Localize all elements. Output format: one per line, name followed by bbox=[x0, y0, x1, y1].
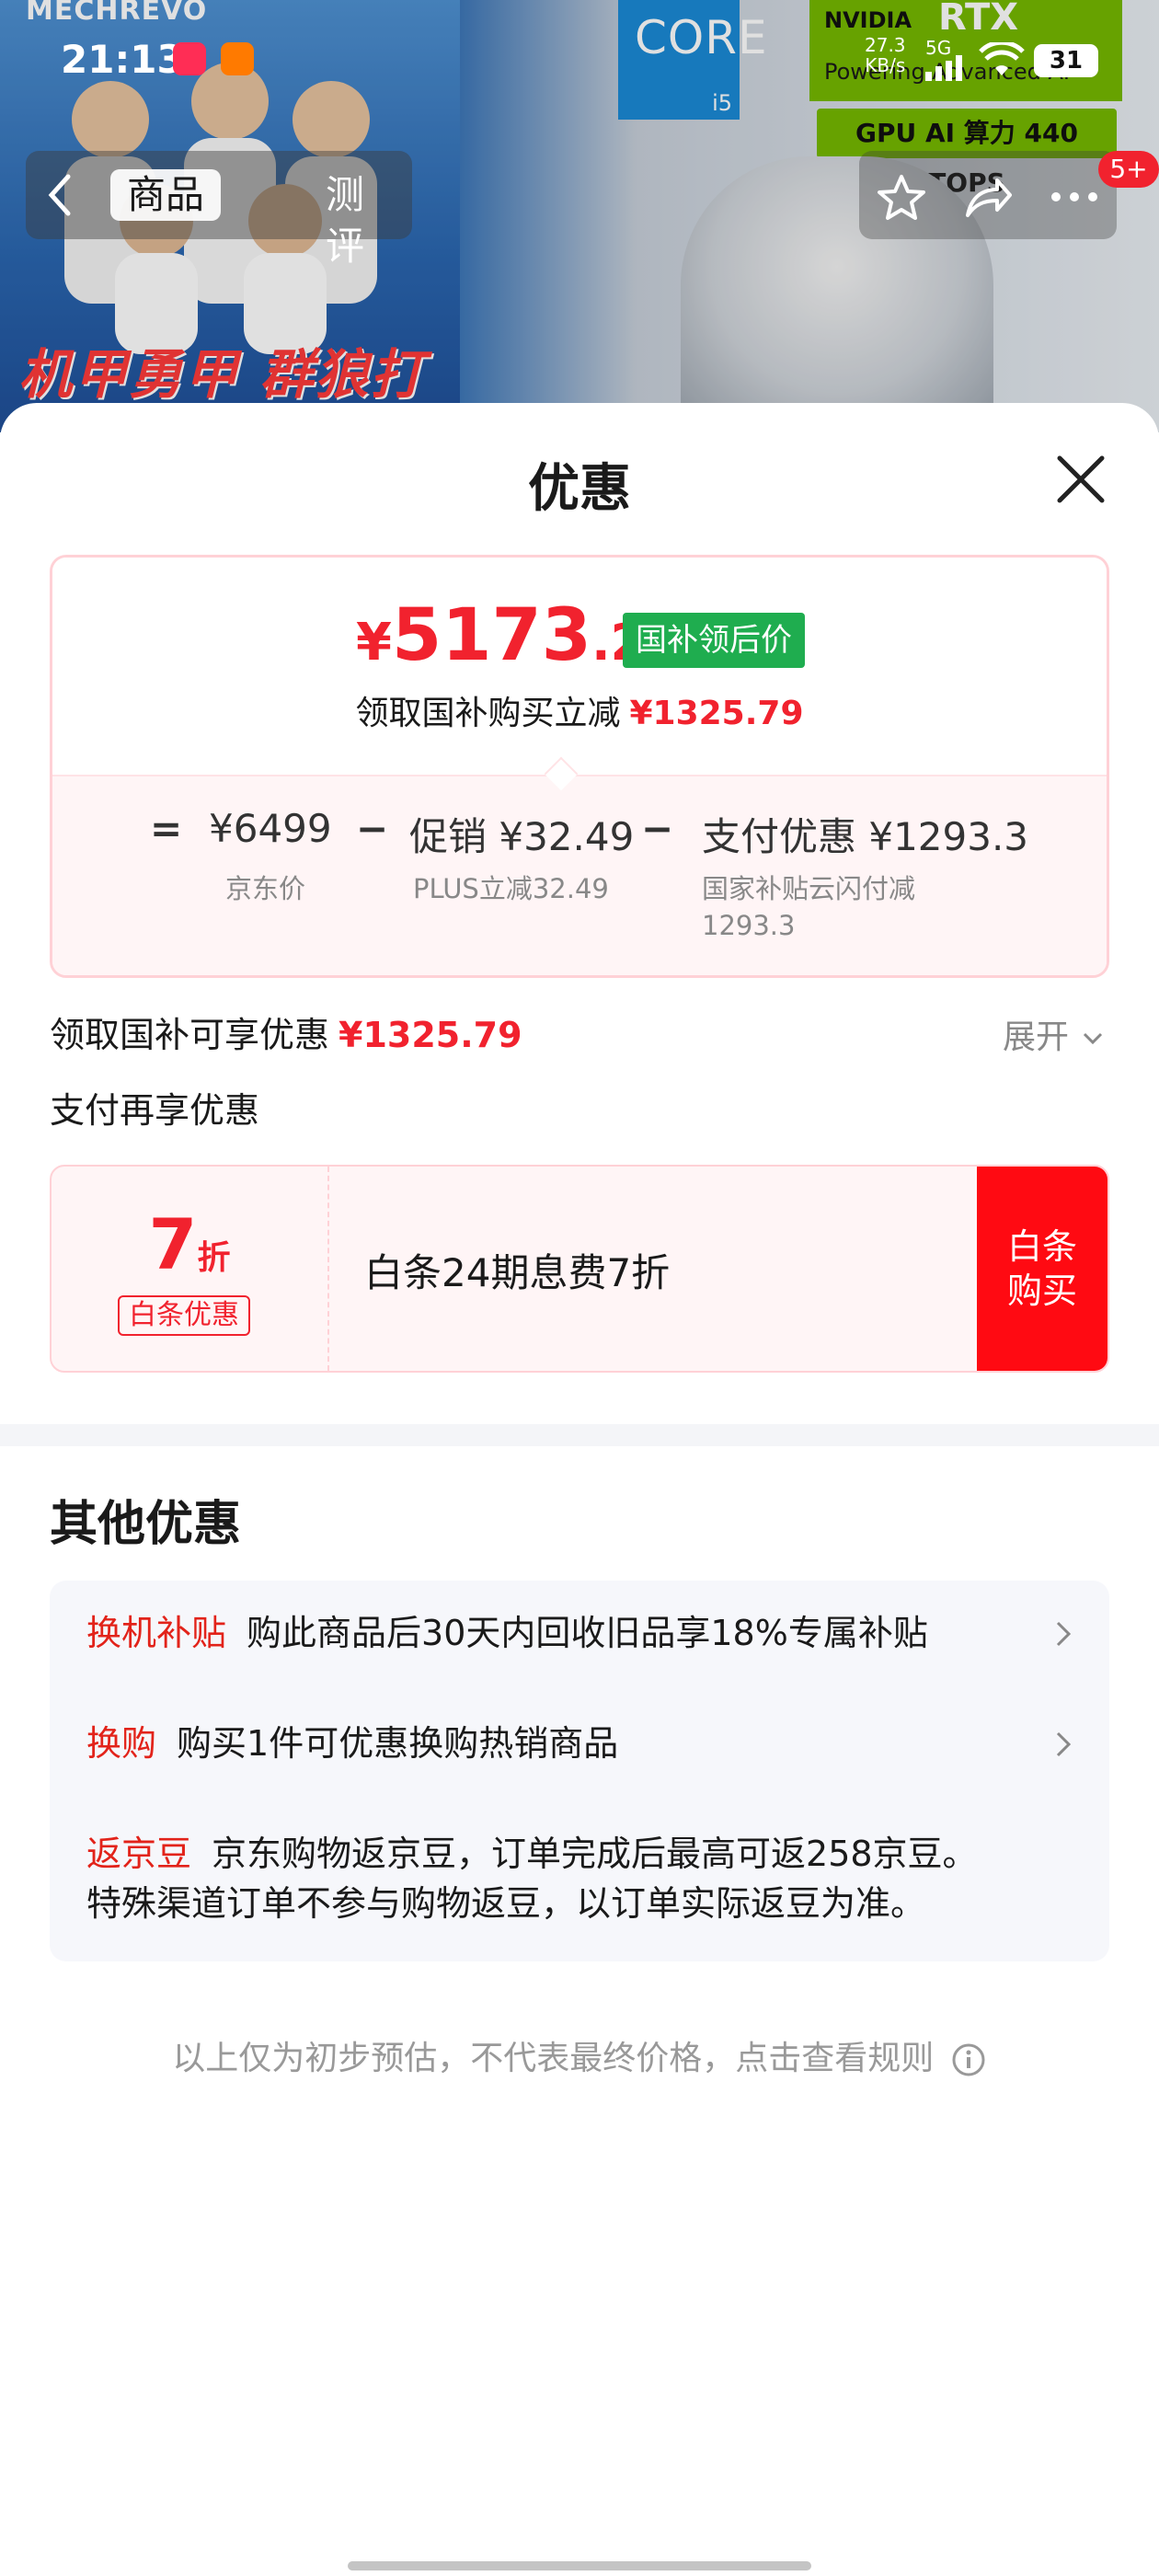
offer-exchange-purchase[interactable]: 换购 购买1件可优惠换购热销商品 bbox=[86, 1719, 618, 1768]
breakdown-op: = bbox=[150, 806, 183, 851]
rules-footnote[interactable]: 以上仅为初步预估，不代表最终价格，点击查看规则 bbox=[0, 2031, 1159, 2079]
breakdown-op: − bbox=[356, 806, 389, 851]
star-icon[interactable] bbox=[876, 173, 927, 221]
tab-product[interactable]: 商品 bbox=[110, 169, 222, 221]
app-notification-icon bbox=[221, 42, 254, 75]
chevron-right-icon[interactable] bbox=[1052, 1730, 1074, 1759]
enjoy-discount-row: 领取国补可享优惠 ¥1325.79 bbox=[50, 1015, 522, 1055]
offer-description: 白条24期息费7折 bbox=[364, 1250, 671, 1295]
pay-again-label: 支付再享优惠 bbox=[50, 1090, 260, 1131]
discount-rate: 7折 bbox=[148, 1203, 231, 1285]
share-icon[interactable] bbox=[962, 173, 1014, 221]
top-actions bbox=[859, 151, 1117, 239]
more-icon[interactable] bbox=[1047, 173, 1102, 221]
sheet-title: 优惠 bbox=[528, 459, 631, 519]
tab-review[interactable]: 测评 bbox=[309, 169, 412, 269]
status-time: 21:13 bbox=[61, 37, 184, 82]
claim-line: 领取国补购买立减 ¥1325.79 bbox=[355, 695, 804, 732]
discount-sheet: 优惠 ¥5173.21 国补领后价 领取国补购买立减¥1325.79 = ¥64… bbox=[0, 403, 1159, 2576]
breakdown-op: − bbox=[641, 806, 674, 851]
net-speed: 27.3 KB/s bbox=[865, 34, 906, 76]
status-bar: 21:13 27.3 KB/s 5G 31 bbox=[0, 0, 1159, 120]
jd-price-label: 京东价 bbox=[225, 873, 306, 904]
close-icon[interactable] bbox=[1049, 447, 1113, 512]
pay-discount-label: 国家补贴云闪付减 1293.3 bbox=[702, 873, 916, 941]
section-divider bbox=[0, 1424, 1159, 1446]
baitiao-buy-button[interactable]: 白条 购买 bbox=[977, 1167, 1107, 1371]
pay-discount-value: 支付优惠 ¥1293.3 bbox=[702, 814, 1029, 859]
baitiao-offer-card[interactable]: 7折 白条优惠 白条24期息费7折 白条 购买 bbox=[50, 1165, 1109, 1373]
battery-indicator: 31 bbox=[1034, 44, 1098, 77]
home-indicator[interactable] bbox=[348, 2561, 811, 2570]
other-offers-list: 换机补贴 购此商品后30天内回收旧品享18%专属补贴 换购 购买1件可优惠换购热销商… bbox=[50, 1581, 1109, 1961]
chevron-right-icon[interactable] bbox=[1052, 1619, 1074, 1649]
jd-price-value: ¥6499 bbox=[209, 806, 332, 851]
back-arrow-icon[interactable] bbox=[42, 169, 79, 221]
offer-jd-beans: 返京豆 京东购物返京豆，订单完成后最高可返258京豆。 特殊渠道订单不参与购物返豆… bbox=[86, 1834, 978, 1924]
promo-value: 促销 ¥32.49 bbox=[409, 814, 635, 859]
chevron-down-icon bbox=[1084, 1032, 1103, 1045]
signal-icon bbox=[925, 55, 962, 81]
app-notification-icon bbox=[173, 42, 206, 75]
info-icon bbox=[952, 2043, 985, 2076]
offer-trade-in[interactable]: 换机补贴 购此商品后30天内回收旧品享18%专属补贴 bbox=[86, 1608, 928, 1658]
wifi-icon bbox=[979, 42, 1025, 75]
baitiao-badge: 白条优惠 bbox=[118, 1295, 250, 1336]
expand-toggle[interactable]: 展开 bbox=[1003, 1010, 1107, 1058]
promo-label: PLUS立减32.49 bbox=[413, 873, 609, 904]
top-nav-bar: 商品 测评 bbox=[26, 151, 412, 269]
other-offers-title: 其他优惠 bbox=[50, 1497, 242, 1552]
price-summary-card: ¥5173.21 国补领后价 领取国补购买立减¥1325.79 = ¥6499 … bbox=[50, 555, 1109, 978]
notification-badge: 5+ bbox=[1098, 151, 1159, 188]
subsidy-price-tag: 国补领后价 bbox=[623, 613, 805, 668]
